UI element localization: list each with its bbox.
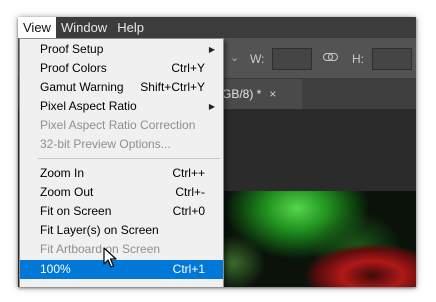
menu-item-fit-artboard-on-screen: Fit Artboard on Screen [20,240,223,259]
menu-item-zoom-out[interactable]: Zoom Out Ctrl+- [20,183,223,202]
menu-item-label: 100% [40,262,71,276]
screenshot-frame: View Window Help ⌄ W: H: GB/8) * × Proof … [0,0,436,302]
menu-item-shortcut: Ctrl+1 [172,262,205,276]
document-tab-title: GB/8) * [222,87,262,101]
chevron-down-icon[interactable]: ⌄ [230,51,239,64]
menu-item-shortcut: Ctrl+- [175,185,205,199]
menu-item-label: Gamut Warning [40,80,124,94]
menu-item-pixel-aspect-ratio[interactable]: Pixel Aspect Ratio ▶ [20,97,223,116]
menu-help[interactable]: Help [112,17,149,38]
chevron-right-icon: ▶ [208,45,215,54]
menu-item-fit-on-screen[interactable]: Fit on Screen Ctrl+0 [20,202,223,221]
menu-item-shortcut: Ctrl+Y [171,61,205,75]
menu-item-label: Fit on Screen [40,204,112,218]
menu-item-label: Proof Setup [40,42,104,56]
canvas-image [218,191,416,287]
document-tab[interactable]: GB/8) * × [218,79,302,109]
close-icon[interactable]: × [269,87,276,101]
menu-item-shortcut: Ctrl++ [172,166,205,180]
menu-item-label: 32-bit Preview Options... [40,137,171,151]
menu-item-100-percent[interactable]: 100% Ctrl+1 [20,260,223,279]
chevron-right-icon: ▶ [208,102,215,111]
link-icon[interactable] [323,53,338,61]
menu-item-label: Zoom In [40,166,85,180]
menu-item-label: Pixel Aspect Ratio Correction [40,118,196,132]
menu-bar: View Window Help [18,17,416,38]
menu-item-fit-layers-on-screen[interactable]: Fit Layer(s) on Screen [20,221,223,240]
menu-item-gamut-warning[interactable]: Gamut Warning Shift+Ctrl+Y [20,78,223,97]
width-field[interactable] [272,48,312,70]
menu-item-label: Fit Artboard on Screen [40,242,161,256]
menu-item-32bit-preview-options: 32-bit Preview Options... [20,135,223,154]
menu-item-proof-setup[interactable]: Proof Setup ▶ [20,40,223,59]
menu-item-shortcut: Shift+Ctrl+Y [140,80,205,94]
photoshop-window: View Window Help ⌄ W: H: GB/8) * × Proof … [18,17,416,287]
menu-item-pixel-aspect-ratio-correction: Pixel Aspect Ratio Correction [20,116,223,135]
menu-item-label: Fit Layer(s) on Screen [40,223,159,237]
menu-item-label: Pixel Aspect Ratio [40,99,137,113]
view-menu-dropdown: Proof Setup ▶ Proof Colors Ctrl+Y Gamut … [19,38,224,287]
height-field[interactable] [372,48,412,70]
menu-window[interactable]: Window [56,17,112,38]
menu-separator [38,158,220,159]
height-label: H: [352,52,364,66]
menu-view[interactable]: View [18,17,56,38]
width-label: W: [250,52,265,66]
mouse-pointer-icon [103,247,117,268]
menu-item-zoom-in[interactable]: Zoom In Ctrl++ [20,164,223,183]
menu-item-label: Zoom Out [40,185,94,199]
menu-item-proof-colors[interactable]: Proof Colors Ctrl+Y [20,59,223,78]
menu-item-shortcut: Ctrl+0 [172,204,205,218]
menu-item-label: Proof Colors [40,61,107,75]
